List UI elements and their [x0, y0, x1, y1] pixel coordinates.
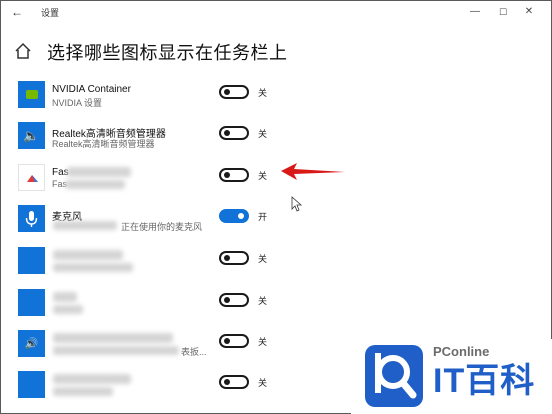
app-subtitle: 正在使用你的麦克风 — [121, 222, 203, 232]
toggle-switch[interactable] — [219, 334, 249, 348]
blurred-text — [53, 374, 131, 384]
list-item-nvidia: NVIDIA Container NVIDIA 设置 关 — [1, 78, 552, 118]
app-title: 设置 — [41, 8, 60, 18]
toggle-switch[interactable] — [219, 209, 249, 223]
blurred-text — [67, 167, 131, 177]
list-item: 关 — [1, 244, 552, 284]
blurred-text — [53, 305, 83, 314]
close-button[interactable]: ✕ — [517, 3, 541, 21]
minimize-button[interactable]: — — [463, 3, 487, 21]
watermark-brand: PConline — [433, 344, 490, 359]
app-subtitle: NVIDIA 设置 — [52, 98, 103, 108]
toggle-state-label: 关 — [258, 378, 268, 388]
blurred-text — [53, 387, 113, 396]
fas-app-icon — [18, 164, 45, 191]
blurred-text — [65, 180, 125, 189]
app-icon — [18, 289, 45, 316]
blurred-text — [53, 333, 173, 343]
red-arrow-icon — [281, 163, 345, 180]
list-item: 关 — [1, 286, 552, 326]
blurred-text — [53, 263, 133, 272]
toggle-switch[interactable] — [219, 375, 249, 389]
app-icon — [18, 371, 45, 398]
toggle-state-label: 关 — [258, 337, 268, 347]
mouse-cursor-icon — [291, 196, 303, 212]
microphone-icon — [18, 205, 45, 232]
toggle-switch[interactable] — [219, 251, 249, 265]
toggle-state-label: 关 — [258, 129, 268, 139]
app-name: NVIDIA Container — [52, 84, 131, 95]
app-subtitle: Realtek高清晰音频管理器 — [52, 139, 155, 149]
toggle-switch[interactable] — [219, 85, 249, 99]
speaker-icon: 🔊 — [18, 330, 45, 357]
pconline-logo-icon — [365, 345, 423, 407]
home-icon[interactable] — [13, 41, 33, 61]
page-title: 选择哪些图标显示在任务栏上 — [47, 43, 288, 63]
maximize-button[interactable]: ☐ — [491, 3, 515, 21]
watermark-title: IT百科 — [433, 362, 536, 400]
settings-window: ← 设置 — ☐ ✕ 选择哪些图标显示在任务栏上 NVIDIA Containe… — [0, 0, 552, 414]
toggle-state-label: 关 — [258, 171, 268, 181]
blurred-text — [53, 250, 123, 260]
back-button[interactable]: ← — [7, 3, 27, 21]
toggle-state-label: 关 — [258, 254, 268, 264]
blurred-text — [53, 292, 77, 302]
list-item-realtek: 🔈 Realtek高清晰音频管理器 Realtek高清晰音频管理器 关 — [1, 119, 552, 159]
toggle-state-label: 开 — [258, 212, 268, 222]
toggle-switch[interactable] — [219, 168, 249, 182]
nvidia-icon — [18, 81, 45, 108]
blurred-text — [53, 221, 117, 230]
app-icon — [18, 247, 45, 274]
toggle-state-label: 关 — [258, 296, 268, 306]
app-subtitle: 表扳... — [181, 347, 207, 357]
blurred-text — [53, 346, 179, 355]
title-bar: ← 设置 — ☐ ✕ — [1, 1, 552, 25]
toggle-switch[interactable] — [219, 126, 249, 140]
toggle-switch[interactable] — [219, 293, 249, 307]
toggle-state-label: 关 — [258, 88, 268, 98]
realtek-speaker-icon: 🔈 — [18, 122, 45, 149]
list-item-microphone: 麦克风 正在使用你的麦克风 开 — [1, 202, 552, 242]
